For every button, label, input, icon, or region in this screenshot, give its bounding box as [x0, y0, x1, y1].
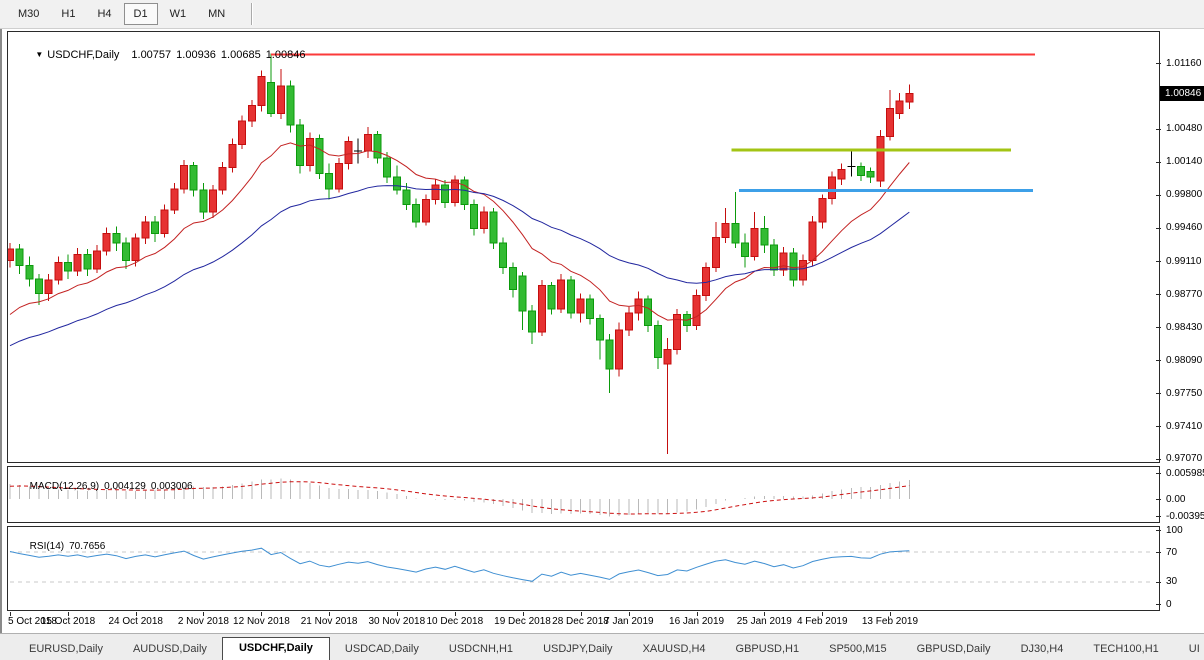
tab-usdjpy-daily[interactable]: USDJPY,Daily [528, 639, 628, 660]
date-axis-label: 25 Jan 2019 [736, 616, 792, 627]
macd-axis-label: 0.005985 [1166, 467, 1204, 479]
chart-symbol-label: USDCHF,Daily [47, 49, 120, 61]
price-axis-label: 0.98430 [1166, 321, 1203, 333]
date-axis-label: 21 Nov 2018 [300, 616, 358, 627]
rsi-axis-label: 0 [1166, 598, 1172, 610]
axis-tick-mark [1156, 327, 1161, 329]
axis-tick-mark [1156, 499, 1161, 500]
price-axis-label: 0.98090 [1166, 354, 1203, 366]
macd-axis-label: -0.003954 [1166, 510, 1204, 522]
macd-signal-value: 0.003006 [150, 481, 193, 492]
price-axis[interactable]: 1.01160 1.00480 1.00140 0.99800 0.99460 0.991… [1156, 31, 1204, 611]
symbol-marker-icon[interactable]: ▼ [35, 50, 43, 59]
rsi-value: 70.7656 [69, 541, 106, 552]
tab-usdcnh-h1[interactable]: USDCNH,H1 [434, 639, 528, 660]
date-axis[interactable]: 5 Oct 2018 15 Oct 2018 24 Oct 2018 2 Nov 20… [7, 612, 1160, 633]
tab-sp500-m15[interactable]: SP500,M15 [814, 639, 901, 660]
ohlc-open: 1.00757 [131, 49, 172, 61]
price-axis-label: 1.00480 [1166, 123, 1203, 135]
timeframe-button-h4[interactable]: H4 [87, 3, 121, 25]
date-axis-label: 12 Nov 2018 [233, 616, 290, 627]
axis-tick-mark [1156, 552, 1161, 554]
rsi-label: RSI(14) 70.7656 [13, 530, 110, 563]
axis-tick-mark [1156, 581, 1161, 583]
price-axis-label: 1.01160 [1166, 57, 1202, 69]
axis-tick-mark [1156, 128, 1161, 130]
price-axis-label: 0.97410 [1166, 420, 1203, 432]
tab-ui[interactable]: UI [1174, 639, 1204, 660]
timeframe-button-d1[interactable]: D1 [123, 3, 158, 25]
date-axis-label: 24 Oct 2018 [108, 616, 163, 627]
axis-tick-mark [1156, 604, 1161, 605]
timeframe-toolbar: M30 H1 H4 D1 W1 MN [0, 0, 1204, 29]
rsi-axis-label: 100 [1166, 524, 1183, 536]
date-axis-label: 16 Jan 2019 [669, 616, 725, 627]
tab-gbpusd-h1[interactable]: GBPUSD,H1 [721, 639, 815, 660]
date-axis-label: 19 Dec 2018 [494, 616, 551, 627]
timeframe-button-h1[interactable]: H1 [51, 3, 85, 25]
timeframe-button-mn[interactable]: MN [198, 3, 235, 25]
axis-tick-mark [1156, 194, 1161, 196]
axis-tick-mark [1156, 516, 1161, 518]
tab-audusd-daily[interactable]: AUDUSD,Daily [118, 639, 222, 660]
tab-gbpusd-daily[interactable]: GBPUSD,Daily [902, 639, 1006, 660]
axis-tick-mark [1156, 393, 1161, 395]
date-axis-label: 15 Oct 2018 [40, 616, 96, 627]
tab-usdchf-daily[interactable]: USDCHF,Daily [221, 637, 330, 660]
macd-name: MACD(12,26,9) [29, 481, 100, 492]
axis-tick-mark [1156, 473, 1161, 474]
rsi-axis-label: 30 [1166, 576, 1178, 588]
symbol-tabbar: EURUSD,Daily AUDUSD,Daily USDCHF,Daily USDC… [0, 633, 1204, 660]
axis-tick-mark [1156, 161, 1161, 163]
axis-tick-mark [1156, 426, 1161, 428]
ohlc-low: 1.00685 [220, 49, 261, 61]
price-axis-label: 0.99460 [1166, 222, 1203, 234]
tab-dj30-h4[interactable]: DJ30,H4 [1006, 639, 1079, 660]
macd-panel: MACD(12,26,9) 0.004129 0.003006 [7, 466, 1160, 523]
price-axis-label: 0.97070 [1166, 453, 1203, 465]
axis-tick-mark [1156, 227, 1161, 229]
price-axis-label: 0.99800 [1166, 189, 1203, 201]
macd-label: MACD(12,26,9) 0.004129 0.003006 [13, 470, 198, 503]
main-chart-panel: ▼ USDCHF,Daily 1.00757 1.00936 1.00685 1.0084… [7, 31, 1160, 463]
axis-tick-mark [1156, 530, 1161, 531]
price-axis-label: 0.98770 [1166, 288, 1203, 300]
tab-eurusd-daily[interactable]: EURUSD,Daily [14, 639, 118, 660]
date-axis-label: 2 Nov 2018 [177, 616, 229, 627]
tab-tech100-h1[interactable]: TECH100,H1 [1078, 639, 1173, 660]
chart-window: ▼ USDCHF,Daily 1.00757 1.00936 1.00685 1.0084… [0, 29, 1204, 633]
tab-xauusd-h4[interactable]: XAUUSD,H4 [628, 639, 721, 660]
axis-tick-mark [1156, 261, 1161, 263]
ohlc-high: 1.00936 [176, 49, 216, 61]
rsi-name: RSI(14) [29, 541, 65, 552]
main-chart-canvas[interactable] [8, 32, 1159, 462]
date-axis-label: 10 Dec 2018 [426, 616, 484, 627]
date-axis-label: 13 Feb 2019 [861, 616, 919, 627]
timeframe-button-w1[interactable]: W1 [160, 3, 197, 25]
date-axis-label: 7 Jan 2019 [604, 616, 654, 627]
rsi-panel: RSI(14) 70.7656 [7, 526, 1160, 611]
axis-tick-mark [1156, 294, 1161, 296]
axis-tick-mark [1156, 360, 1161, 362]
chart-title: ▼ USDCHF,Daily 1.00757 1.00936 1.00685 1.0084… [17, 37, 310, 73]
tab-usdcad-daily[interactable]: USDCAD,Daily [330, 639, 434, 660]
price-axis-label: 0.97750 [1166, 387, 1203, 399]
price-axis-label: 1.00140 [1166, 156, 1203, 168]
timeframe-button-m30[interactable]: M30 [8, 3, 49, 25]
ohlc-close: 1.00846 [265, 49, 306, 61]
macd-axis-label: 0.00 [1166, 493, 1186, 505]
toolbar-separator [251, 3, 254, 25]
price-axis-label: 0.99110 [1166, 255, 1202, 267]
axis-tick-mark [1156, 63, 1161, 64]
date-axis-label: 4 Feb 2019 [796, 616, 848, 627]
rsi-canvas[interactable] [8, 527, 1159, 610]
current-price-badge: 1.00846 [1160, 85, 1204, 101]
rsi-axis-label: 70 [1166, 546, 1178, 558]
macd-value: 0.004129 [104, 481, 146, 492]
axis-tick-mark [1156, 458, 1161, 460]
date-axis-label: 30 Nov 2018 [368, 616, 426, 627]
